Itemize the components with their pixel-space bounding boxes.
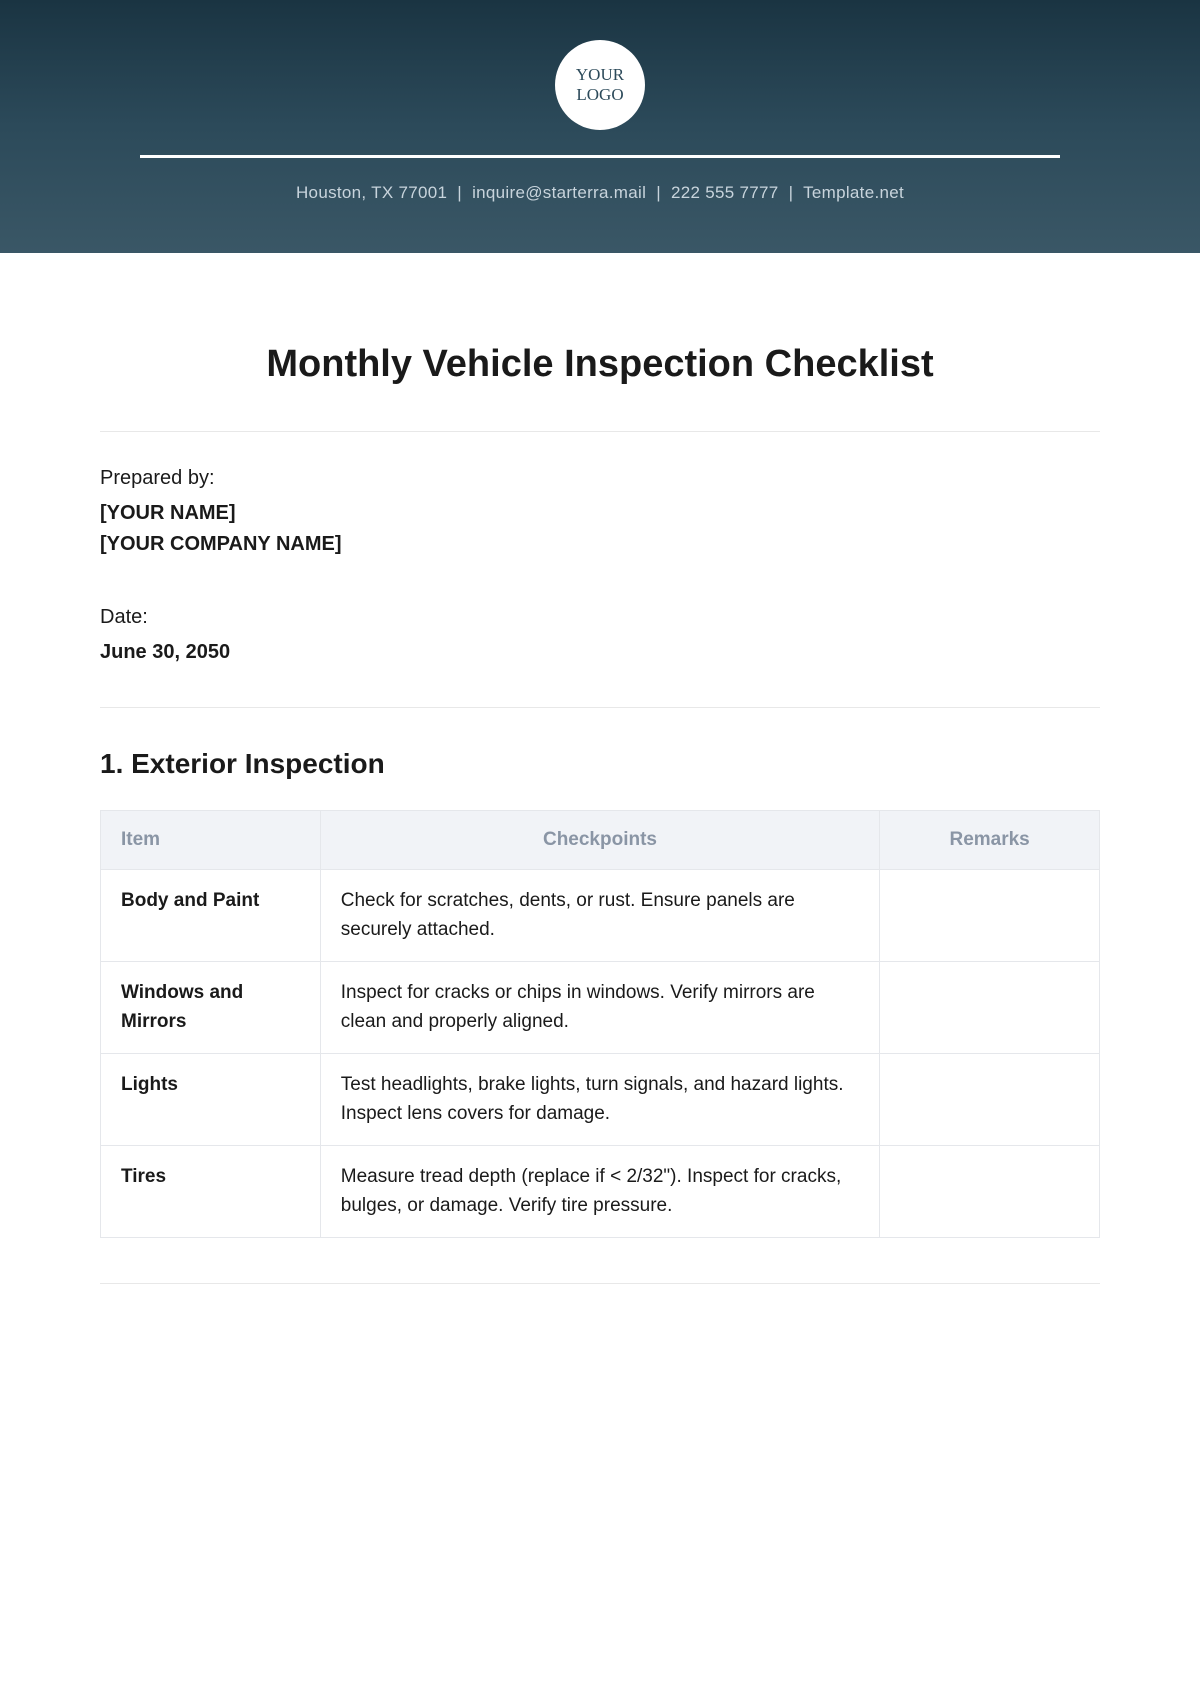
table-row: Windows and Mirrors Inspect for cracks o…: [101, 961, 1100, 1053]
logo-text-line1: YOUR: [576, 65, 624, 85]
column-header-item: Item: [101, 811, 321, 870]
prepared-by-company: [YOUR COMPANY NAME]: [100, 533, 1100, 556]
header-location: Houston, TX 77001: [296, 183, 447, 202]
meta-section: Prepared by: [YOUR NAME] [YOUR COMPANY N…: [100, 432, 1100, 707]
document-content: Monthly Vehicle Inspection Checklist Pre…: [0, 253, 1200, 1344]
logo-text-line2: LOGO: [576, 85, 623, 105]
cell-item: Lights: [101, 1053, 321, 1145]
table-header-row: Item Checkpoints Remarks: [101, 811, 1100, 870]
header-email: inquire@starterra.mail: [472, 183, 646, 202]
cell-checkpoints: Test headlights, brake lights, turn sign…: [320, 1053, 879, 1145]
exterior-inspection-table: Item Checkpoints Remarks Body and Paint …: [100, 810, 1100, 1238]
logo-placeholder: YOUR LOGO: [555, 40, 645, 130]
table-row: Lights Test headlights, brake lights, tu…: [101, 1053, 1100, 1145]
cell-remarks: [880, 1145, 1100, 1237]
table-row: Tires Measure tread depth (replace if < …: [101, 1145, 1100, 1237]
cell-checkpoints: Measure tread depth (replace if < 2/32")…: [320, 1145, 879, 1237]
header-phone: 222 555 7777: [671, 183, 779, 202]
cell-checkpoints: Check for scratches, dents, or rust. Ens…: [320, 870, 879, 962]
date-value: June 30, 2050: [100, 641, 1100, 664]
page-title: Monthly Vehicle Inspection Checklist: [100, 343, 1100, 386]
cell-remarks: [880, 1053, 1100, 1145]
cell-item: Body and Paint: [101, 870, 321, 962]
meta-divider: [100, 707, 1100, 708]
header-site: Template.net: [803, 183, 904, 202]
cell-remarks: [880, 961, 1100, 1053]
column-header-checkpoints: Checkpoints: [320, 811, 879, 870]
section-divider: [100, 1283, 1100, 1284]
column-header-remarks: Remarks: [880, 811, 1100, 870]
prepared-by-name: [YOUR NAME]: [100, 502, 1100, 525]
cell-item: Tires: [101, 1145, 321, 1237]
date-label: Date:: [100, 606, 1100, 629]
header-contact-info: Houston, TX 77001 | inquire@starterra.ma…: [0, 183, 1200, 203]
document-header: YOUR LOGO Houston, TX 77001 | inquire@st…: [0, 0, 1200, 253]
prepared-by-label: Prepared by:: [100, 467, 1100, 490]
header-divider: [140, 155, 1060, 158]
table-row: Body and Paint Check for scratches, dent…: [101, 870, 1100, 962]
cell-item: Windows and Mirrors: [101, 961, 321, 1053]
cell-remarks: [880, 870, 1100, 962]
cell-checkpoints: Inspect for cracks or chips in windows. …: [320, 961, 879, 1053]
section-heading-exterior: 1. Exterior Inspection: [100, 748, 1100, 780]
